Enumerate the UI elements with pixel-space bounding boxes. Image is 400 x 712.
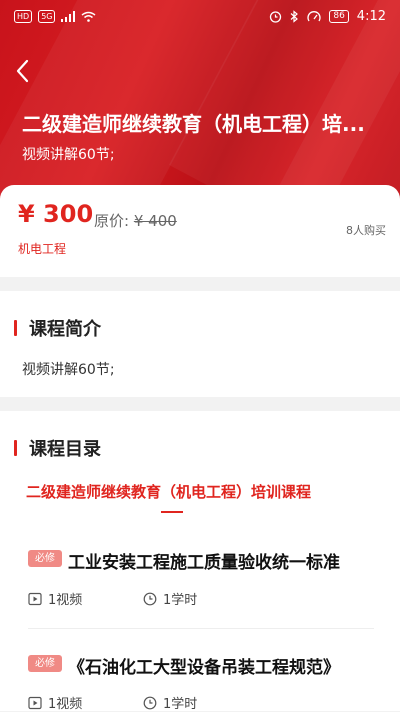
catalog-course-title[interactable]: 二级建造师继续教育（机电工程）培训课程 (26, 481, 311, 502)
price-card: ¥ 300 原价: ¥ 400 8人购买 机电工程 (0, 185, 400, 277)
bluetooth-icon (290, 10, 299, 23)
section-accent-bar (14, 320, 17, 336)
chevron-left-icon (16, 59, 29, 83)
course-intro-section: 课程简介 视频讲解60节; (0, 291, 400, 397)
back-button[interactable] (12, 58, 36, 84)
original-price-label: 原价: (94, 212, 130, 230)
status-bar: HD 5G 86 4:12 (0, 0, 400, 36)
lesson-video-count: 1视频 (28, 693, 82, 712)
current-price: ¥ 300 (18, 200, 94, 228)
original-price: 原价: ¥ 400 (94, 210, 177, 231)
catalog-course-underline (161, 511, 183, 513)
battery-indicator: 86 (329, 10, 349, 23)
lesson-title: 工业安装工程施工质量验收统一标准 (68, 553, 340, 573)
catalog-header: 课程目录 (14, 435, 101, 461)
page-title: 二级建造师继续教育（机电工程）培... (22, 112, 365, 136)
hd-indicator: HD (14, 10, 33, 23)
lesson-title: 《石油化工大型设备吊装工程规范》 (68, 658, 340, 678)
intro-text: 视频讲解60节; (22, 362, 115, 378)
intro-header: 课程简介 (14, 315, 101, 341)
lesson-hours: 1学时 (143, 693, 197, 712)
lesson-item[interactable]: 必修 工业安装工程施工质量验收统一标准 1视频 1学时 (0, 545, 400, 625)
network-5g-indicator: 5G (38, 10, 56, 23)
clock-icon (143, 592, 157, 605)
hours-label: 1学时 (163, 697, 198, 712)
video-play-icon (28, 696, 42, 709)
lesson-item[interactable]: 必修 《石油化工大型设备吊装工程规范》 1视频 1学时 (0, 651, 400, 712)
required-badge: 必修 (28, 655, 62, 672)
lesson-hours: 1学时 (143, 589, 197, 608)
video-count-label: 1视频 (48, 593, 83, 608)
video-count-label: 1视频 (48, 697, 83, 712)
video-play-icon (28, 592, 42, 605)
hours-label: 1学时 (163, 593, 198, 608)
required-badge: 必修 (28, 550, 62, 567)
lesson-divider (28, 628, 374, 629)
buyer-count: 8人购买 (346, 224, 386, 237)
clock: 4:12 (356, 9, 386, 24)
page-subtitle: 视频讲解60节; (22, 147, 115, 163)
section-accent-bar (14, 440, 17, 456)
catalog-heading: 课程目录 (29, 439, 101, 460)
signal-icon (61, 11, 76, 22)
original-price-value: ¥ 400 (133, 212, 177, 230)
category-tag: 机电工程 (18, 242, 67, 256)
alarm-icon (270, 11, 282, 23)
lesson-video-count: 1视频 (28, 589, 82, 608)
clock-icon (143, 696, 157, 709)
intro-heading: 课程简介 (29, 319, 101, 340)
wifi-icon (82, 11, 96, 22)
speed-gauge-icon (307, 10, 321, 21)
